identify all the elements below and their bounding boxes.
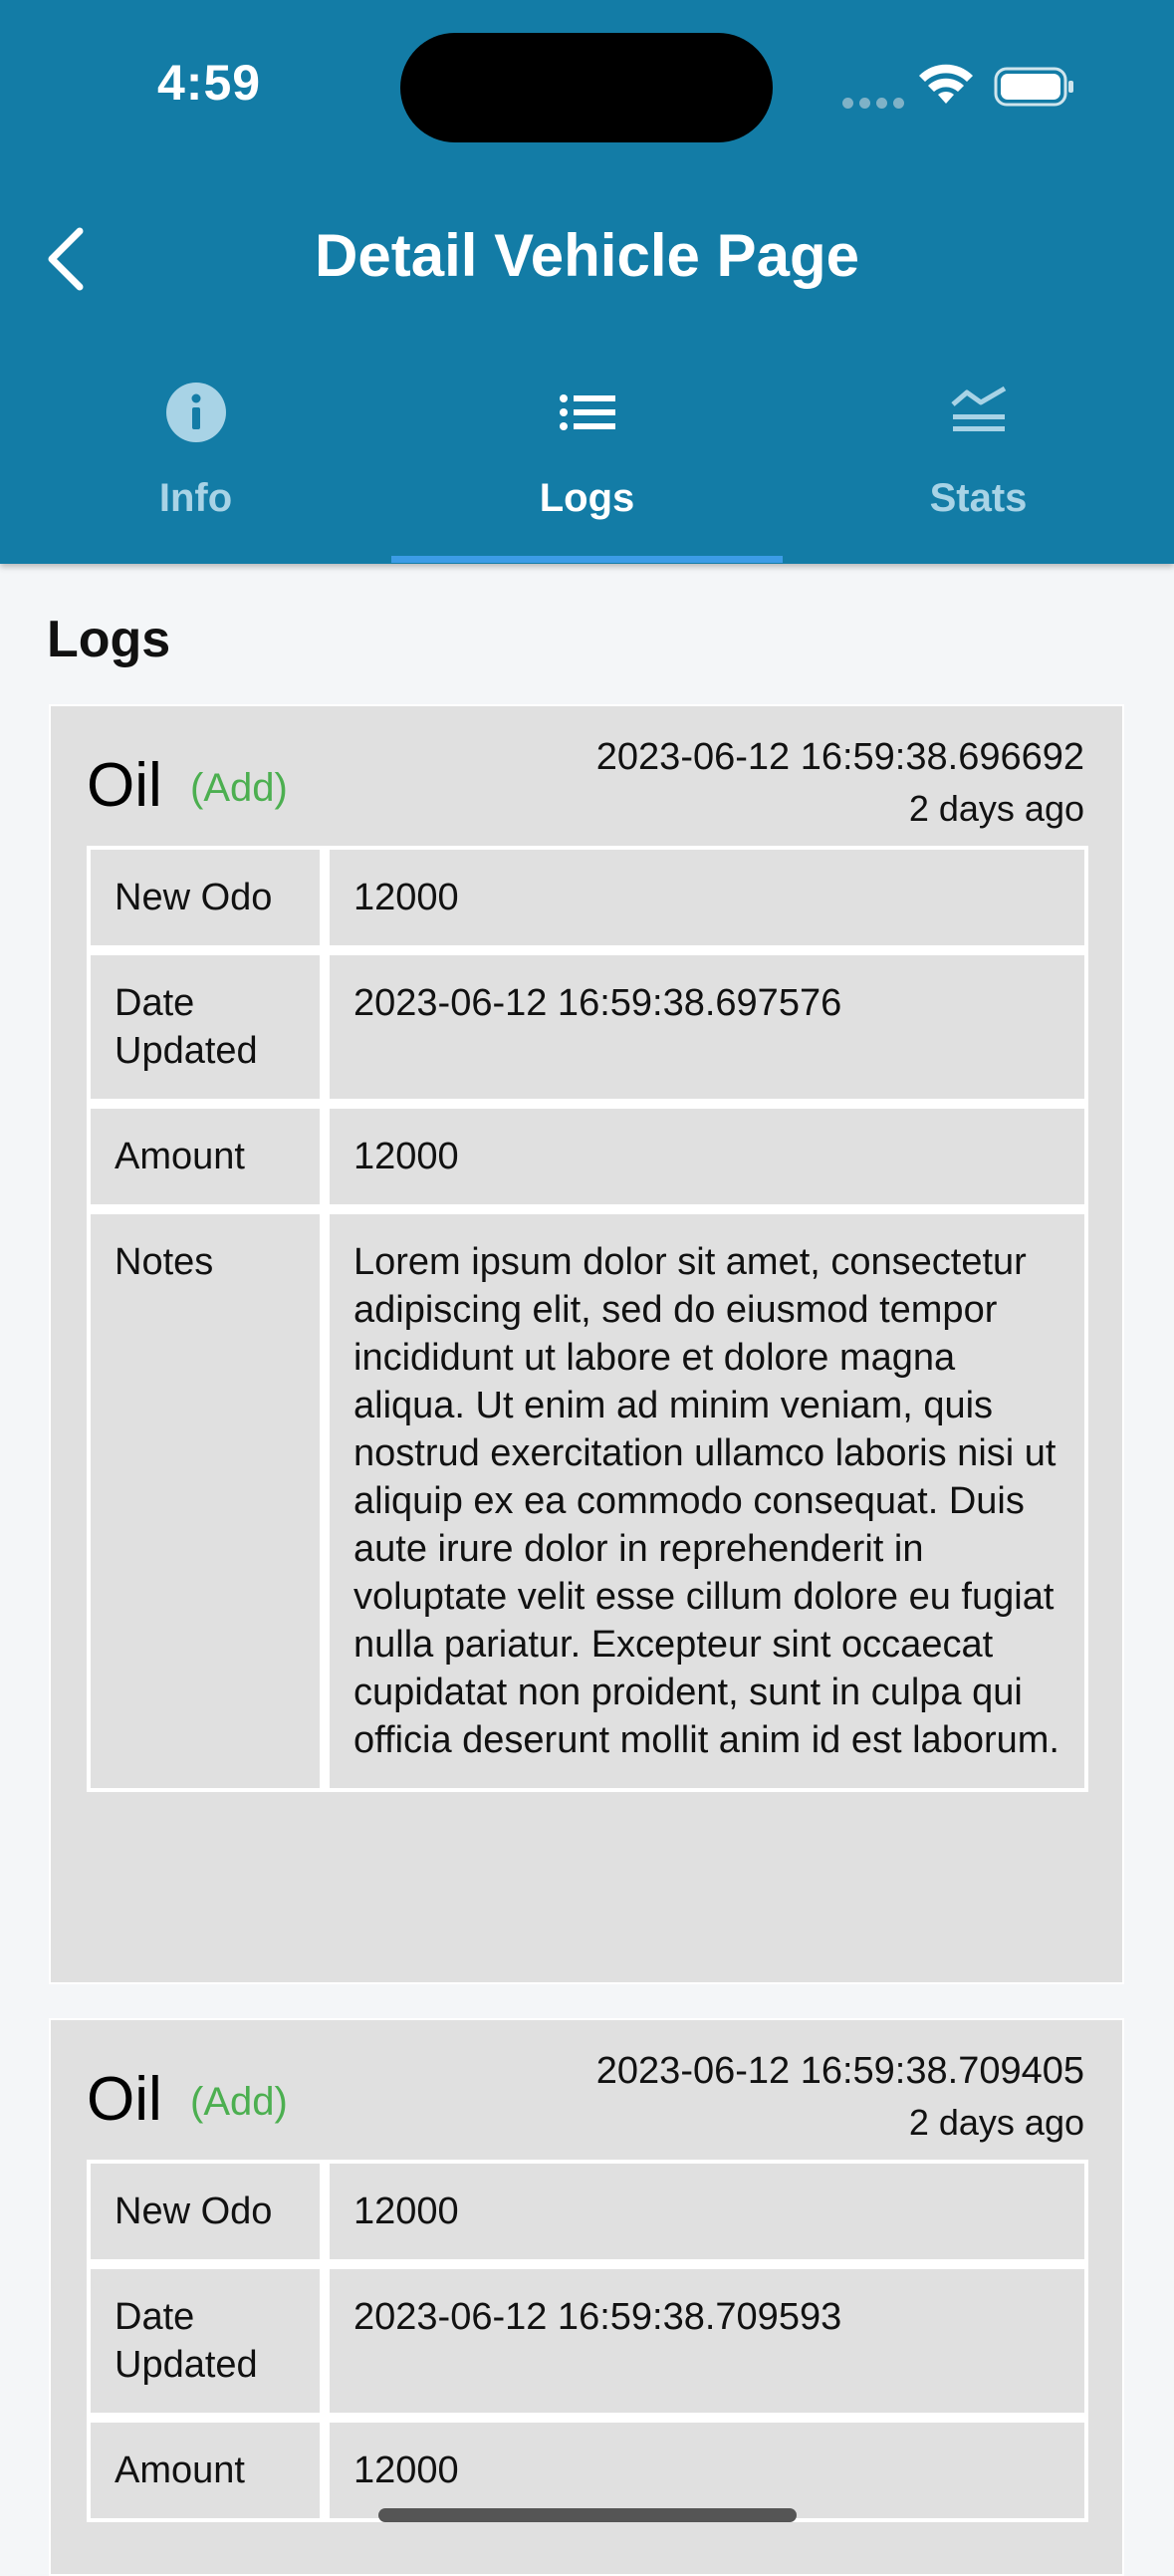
log-relative-time: 2 days ago <box>908 2102 1084 2143</box>
wifi-icon <box>919 64 973 104</box>
row-value: 2023-06-12 16:59:38.697576 <box>330 955 1084 1099</box>
log-card: Oil (Add) 2023-06-12 16:59:38.709405 2 d… <box>49 2018 1124 2576</box>
dynamic-island <box>400 33 773 142</box>
row-value: 12000 <box>330 2423 1084 2518</box>
log-action: (Add) <box>190 2080 288 2124</box>
tab-indicator <box>391 556 783 563</box>
table-row: New Odo 12000 <box>91 850 1084 945</box>
tab-label: Stats <box>929 476 1028 520</box>
table-row: Date Updated 2023-06-12 16:59:38.709593 <box>91 2259 1084 2413</box>
info-icon <box>165 383 226 442</box>
row-key: Date Updated <box>91 955 330 1099</box>
row-key: New Odo <box>91 850 330 945</box>
tab-label: Logs <box>539 476 635 520</box>
row-value: 2023-06-12 16:59:38.709593 <box>330 2269 1084 2413</box>
log-timestamp: 2023-06-12 16:59:38.696692 <box>595 736 1084 778</box>
app-bar: 4:59 Detail Vehicle Page Info Logs Stats <box>0 0 1174 564</box>
row-key: Amount <box>91 1109 330 1204</box>
row-key: Notes <box>91 1214 330 1788</box>
table-row: Date Updated 2023-06-12 16:59:38.697576 <box>91 945 1084 1099</box>
log-type: Oil <box>87 751 162 820</box>
tab-label: Info <box>158 476 233 520</box>
table-row: Amount 12000 <box>91 2413 1084 2518</box>
log-timestamp: 2023-06-12 16:59:38.709405 <box>595 2050 1084 2092</box>
row-value: 12000 <box>330 1109 1084 1204</box>
stats-icon <box>950 386 1006 431</box>
battery-icon <box>994 67 1073 107</box>
log-relative-time: 2 days ago <box>908 788 1084 829</box>
table-row: Amount 12000 <box>91 1099 1084 1204</box>
row-value: 12000 <box>330 850 1084 945</box>
log-action: (Add) <box>190 766 288 810</box>
log-details-table: New Odo 12000 Date Updated 2023-06-12 16… <box>87 846 1088 1792</box>
log-card: Oil (Add) 2023-06-12 16:59:38.696692 2 d… <box>49 704 1124 1984</box>
page-title: Detail Vehicle Page <box>315 222 859 289</box>
row-key: New Odo <box>91 2164 330 2259</box>
row-value: 12000 <box>330 2164 1084 2259</box>
tab-stats[interactable]: Stats <box>783 371 1174 564</box>
tab-logs[interactable]: Logs <box>391 371 783 564</box>
section-title: Logs <box>47 611 171 668</box>
table-row: Notes Lorem ipsum dolor sit amet, consec… <box>91 1204 1084 1788</box>
row-key: Date Updated <box>91 2269 330 2413</box>
signal-icon <box>842 96 910 114</box>
row-key: Amount <box>91 2423 330 2518</box>
status-time: 4:59 <box>157 55 262 111</box>
log-type: Oil <box>87 2065 162 2134</box>
tab-info[interactable]: Info <box>0 371 391 564</box>
row-value: Lorem ipsum dolor sit amet, consectetur … <box>330 1214 1084 1788</box>
log-details-table: New Odo 12000 Date Updated 2023-06-12 16… <box>87 2160 1088 2522</box>
list-icon <box>559 394 615 430</box>
table-row: New Odo 12000 <box>91 2164 1084 2259</box>
home-indicator[interactable] <box>378 2508 797 2522</box>
